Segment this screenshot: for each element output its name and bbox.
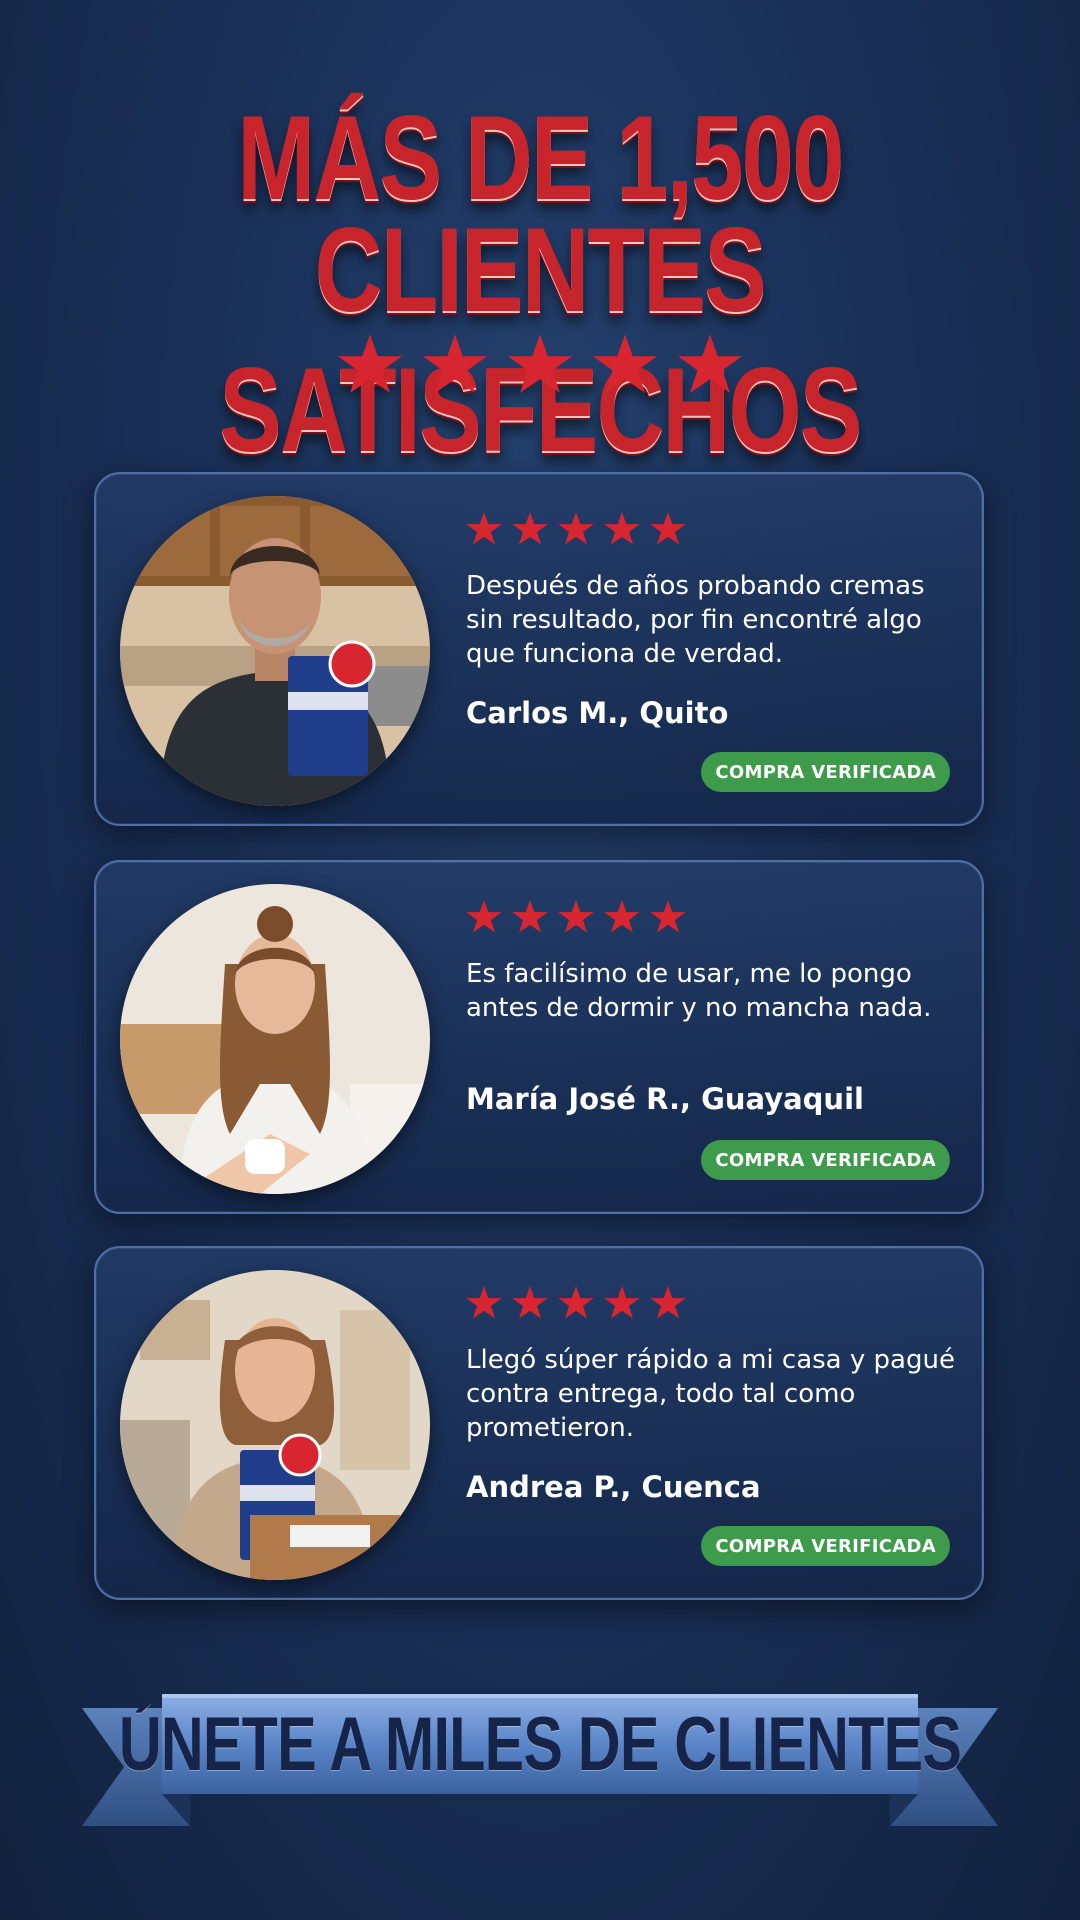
star-icon [604, 1286, 640, 1319]
star-icon [593, 334, 657, 393]
verified-purchase-badge: COMPRA VERIFICADA [701, 1526, 950, 1566]
review-card: Llegó súper rápido a mi casa y pagué con… [94, 1246, 984, 1600]
customer-photo [120, 1270, 430, 1580]
star-icon [466, 512, 502, 545]
review-card: Es facilísimo de usar, me lo pongo antes… [94, 860, 984, 1214]
star-icon [466, 900, 502, 933]
review-rating [466, 900, 686, 934]
review-text: Después de años probando cremas sin resu… [466, 571, 925, 669]
star-icon [558, 1286, 594, 1319]
customer-photo [120, 496, 430, 806]
review-author: María José R., Guayaquil [466, 1082, 864, 1116]
review-author: Andrea P., Cuenca [466, 1470, 761, 1504]
review-text: Llegó súper rápido a mi casa y pagué con… [466, 1345, 955, 1443]
star-icon [466, 1286, 502, 1319]
star-icon [512, 900, 548, 933]
cta-ribbon-banner: ÚNETE A MILES DE CLIENTES [80, 1676, 1000, 1836]
star-icon [512, 1286, 548, 1319]
customer-photo [120, 884, 430, 1194]
star-icon [558, 512, 594, 545]
star-icon [338, 334, 402, 393]
verified-purchase-badge: COMPRA VERIFICADA [701, 752, 950, 792]
star-icon [604, 900, 640, 933]
star-icon [650, 900, 686, 933]
review-author: Carlos M., Quito [466, 696, 729, 730]
star-icon [423, 334, 487, 393]
cta-banner-text: ÚNETE A MILES DE CLIENTES [118, 1701, 962, 1787]
star-icon [604, 512, 640, 545]
star-icon [508, 334, 572, 393]
review-rating [466, 1286, 686, 1320]
review-card: Después de años probando cremas sin resu… [94, 472, 984, 826]
review-rating [466, 512, 686, 546]
star-icon [650, 1286, 686, 1319]
star-icon [650, 512, 686, 545]
verified-purchase-badge: COMPRA VERIFICADA [701, 1140, 950, 1180]
star-icon [678, 334, 742, 393]
headline-rating [0, 334, 1080, 396]
review-text: Es facilísimo de usar, me lo pongo antes… [466, 959, 932, 1023]
star-icon [512, 512, 548, 545]
star-icon [558, 900, 594, 933]
